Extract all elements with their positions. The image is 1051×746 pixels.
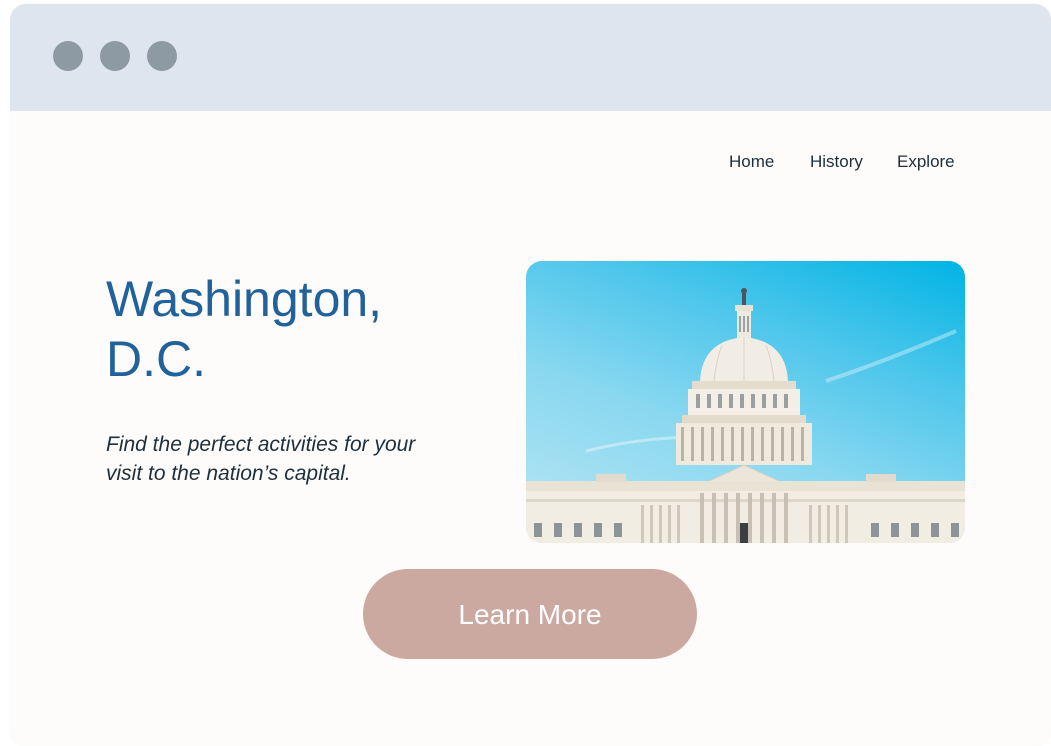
hero-subtitle-line-2: visit to the nation’s capital. [106,462,351,485]
top-nav: Home History Explore [10,152,1051,176]
nav-home-link[interactable]: Home [729,152,774,172]
nav-history-link[interactable]: History [810,152,863,172]
hero-title: Washington, D.C. [106,269,506,389]
browser-window: Home History Explore Washington, D.C. Fi… [10,4,1051,746]
window-maximize-dot[interactable] [147,41,177,71]
hero-subtitle: Find the perfect activities for your vis… [106,430,506,488]
hero-subtitle-line-1: Find the perfect activities for your [106,433,416,456]
hero-title-line-2: D.C. [106,331,206,387]
nav-explore-link[interactable]: Explore [897,152,955,172]
learn-more-button[interactable]: Learn More [363,569,697,659]
window-titlebar [10,4,1051,111]
capitol-building-icon [526,288,965,543]
window-close-dot[interactable] [53,41,83,71]
window-minimize-dot[interactable] [100,41,130,71]
capitol-building-image [526,261,965,543]
hero-title-line-1: Washington, [106,271,383,327]
